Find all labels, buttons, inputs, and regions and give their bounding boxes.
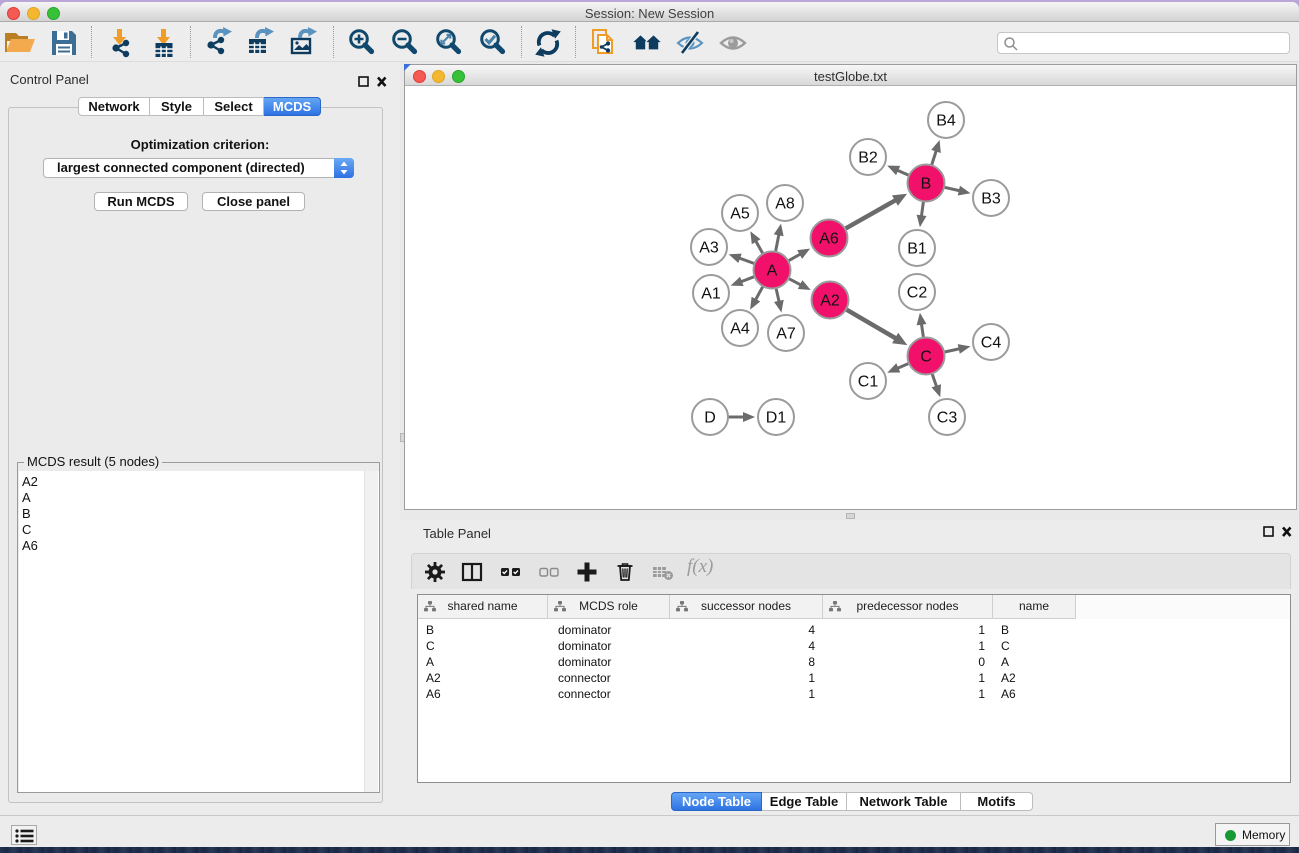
- svg-text:B2: B2: [858, 150, 878, 167]
- svg-text:C2: C2: [907, 285, 928, 302]
- svg-text:D: D: [704, 410, 716, 427]
- svg-text:A6: A6: [819, 231, 839, 248]
- svg-text:A8: A8: [775, 196, 795, 213]
- svg-text:D1: D1: [766, 410, 787, 427]
- svg-text:B4: B4: [936, 113, 956, 130]
- svg-text:C1: C1: [858, 374, 879, 391]
- svg-text:C3: C3: [937, 410, 958, 427]
- svg-text:A2: A2: [820, 293, 840, 310]
- svg-text:A4: A4: [730, 321, 750, 338]
- svg-text:B: B: [921, 176, 932, 193]
- svg-text:C: C: [920, 349, 932, 366]
- svg-text:C4: C4: [981, 335, 1002, 352]
- svg-text:A7: A7: [776, 326, 796, 343]
- svg-text:A3: A3: [699, 240, 719, 257]
- svg-text:B3: B3: [981, 191, 1001, 208]
- svg-text:A: A: [767, 263, 778, 280]
- svg-text:A1: A1: [701, 286, 721, 303]
- svg-text:B1: B1: [907, 241, 927, 258]
- svg-text:A5: A5: [730, 206, 750, 223]
